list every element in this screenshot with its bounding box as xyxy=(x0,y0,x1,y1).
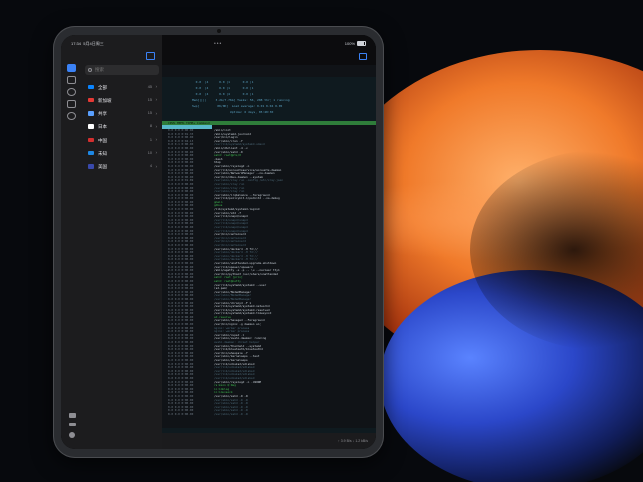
meter-line: Uptime: 6 days, 05:40:30 xyxy=(192,110,274,114)
battery-icon xyxy=(357,41,366,47)
folder-icon[interactable] xyxy=(67,76,76,84)
group-count: 10 xyxy=(147,150,152,155)
chevron-right-icon: › xyxy=(155,110,158,116)
sidebar-group-item[interactable]: 未知 10 › xyxy=(83,147,162,160)
search-icon xyxy=(88,67,92,72)
chevron-right-icon: › xyxy=(155,150,158,156)
clock-icon[interactable] xyxy=(67,112,76,120)
sidebar-group-item[interactable]: 中国 1 › xyxy=(83,134,162,147)
flag-icon xyxy=(88,97,94,103)
ipad-screen: 全部45›新加坡15›共享15›日本8›中国1›未知10›美国4› 17:34 … xyxy=(61,35,376,449)
sidebar-group-item[interactable]: 日本 8 › xyxy=(83,121,162,134)
icon-rail xyxy=(61,35,83,449)
server-group-list: 全部45›新加坡15›共享15›日本8›中国1›未知10›美国4› xyxy=(83,35,162,449)
more-icon[interactable] xyxy=(67,88,76,96)
chevron-right-icon: › xyxy=(155,163,158,169)
meter-line: 0.0 |4 0.0 |1 0.0 |1 xyxy=(192,80,254,84)
compose-icon[interactable] xyxy=(146,52,155,60)
group-label: 未知 xyxy=(98,150,107,156)
group-count: 15 xyxy=(147,97,152,102)
meter-line: Swp[ 0K/0K] Load average: 0.01 0.04 0.05 xyxy=(192,104,283,108)
group-label: 全部 xyxy=(98,84,107,90)
sidebar-group-item[interactable]: 美国 4 › xyxy=(83,161,162,174)
sidebar-group-item[interactable]: 全部 45 › xyxy=(83,81,162,94)
servers-icon[interactable] xyxy=(67,64,76,72)
chevron-right-icon: › xyxy=(155,84,158,89)
menu-icon[interactable] xyxy=(69,423,76,426)
robot-icon[interactable] xyxy=(69,413,76,418)
process-list: 0.0 0.0 0:00.00/sbin/init 0.0 0.0 0:01.33… xyxy=(162,129,376,417)
group-count: 45 xyxy=(147,84,152,89)
group-count: 1 xyxy=(149,137,152,142)
flag-icon xyxy=(88,124,94,129)
group-label: 中国 xyxy=(98,137,107,143)
flag-icon xyxy=(88,84,94,89)
chevron-right-icon: › xyxy=(155,137,158,143)
sidebar-group-item[interactable]: 新加坡 15 › xyxy=(83,94,162,107)
group-label: 日本 xyxy=(98,124,107,130)
flag-icon xyxy=(88,150,94,156)
terminal-toolbar: ••• 100% xyxy=(162,35,376,65)
keyboard-icon[interactable] xyxy=(359,53,367,60)
meter-line: Mem[|||| 3.2G/7.76G] Tasks: 56, 208 thr;… xyxy=(192,98,290,102)
group-count: 8 xyxy=(149,124,152,129)
process-command: /usr/sbin/sshd -D -R xyxy=(214,412,248,416)
group-count: 4 xyxy=(149,164,152,169)
chevron-right-icon: › xyxy=(155,123,158,129)
more-dots-icon[interactable]: ••• xyxy=(214,41,222,47)
group-label: 共享 xyxy=(98,111,107,117)
terminal-pane[interactable]: ••• 100% 0.0 |4 0.0 |1 0.0 |1 0.0 |4 0.0… xyxy=(162,35,376,449)
settings-icon[interactable] xyxy=(69,432,75,438)
status-time: 17:34 5月4日周三 xyxy=(71,41,104,46)
flag-icon xyxy=(88,137,94,143)
status-battery: 100% xyxy=(345,41,366,47)
sidebar-group-item[interactable]: 共享 15 › xyxy=(83,108,162,121)
process-stats: 0.0 0.0 0:00.00 xyxy=(168,412,194,416)
search-input[interactable] xyxy=(85,65,159,75)
terminal-status: ↑ 3.9 B/s ↓ 1.2 kB/s xyxy=(162,433,376,449)
flag-icon xyxy=(88,164,94,169)
export-icon[interactable] xyxy=(67,100,76,108)
flag-icon xyxy=(88,111,94,116)
chevron-right-icon: › xyxy=(155,97,158,103)
process-row[interactable]: 0.0 0.0 0:00.00 /usr/sbin/sshd -D -R xyxy=(162,413,376,417)
group-label: 新加坡 xyxy=(98,97,112,103)
meter-line: 0.0 |4 0.0 |1 0.0 |1 xyxy=(192,86,254,90)
group-label: 美国 xyxy=(98,164,107,170)
network-speed: ↑ 3.9 B/s ↓ 1.2 kB/s xyxy=(338,439,368,443)
camera-icon xyxy=(217,29,221,33)
htop-meters: 0.0 |4 0.0 |1 0.0 |1 0.0 |4 0.0 |1 0.0 |… xyxy=(162,77,376,121)
meter-line: 0.0 |4 0.0 |4 0.0 |1 xyxy=(192,92,254,96)
group-count: 15 xyxy=(147,111,152,116)
